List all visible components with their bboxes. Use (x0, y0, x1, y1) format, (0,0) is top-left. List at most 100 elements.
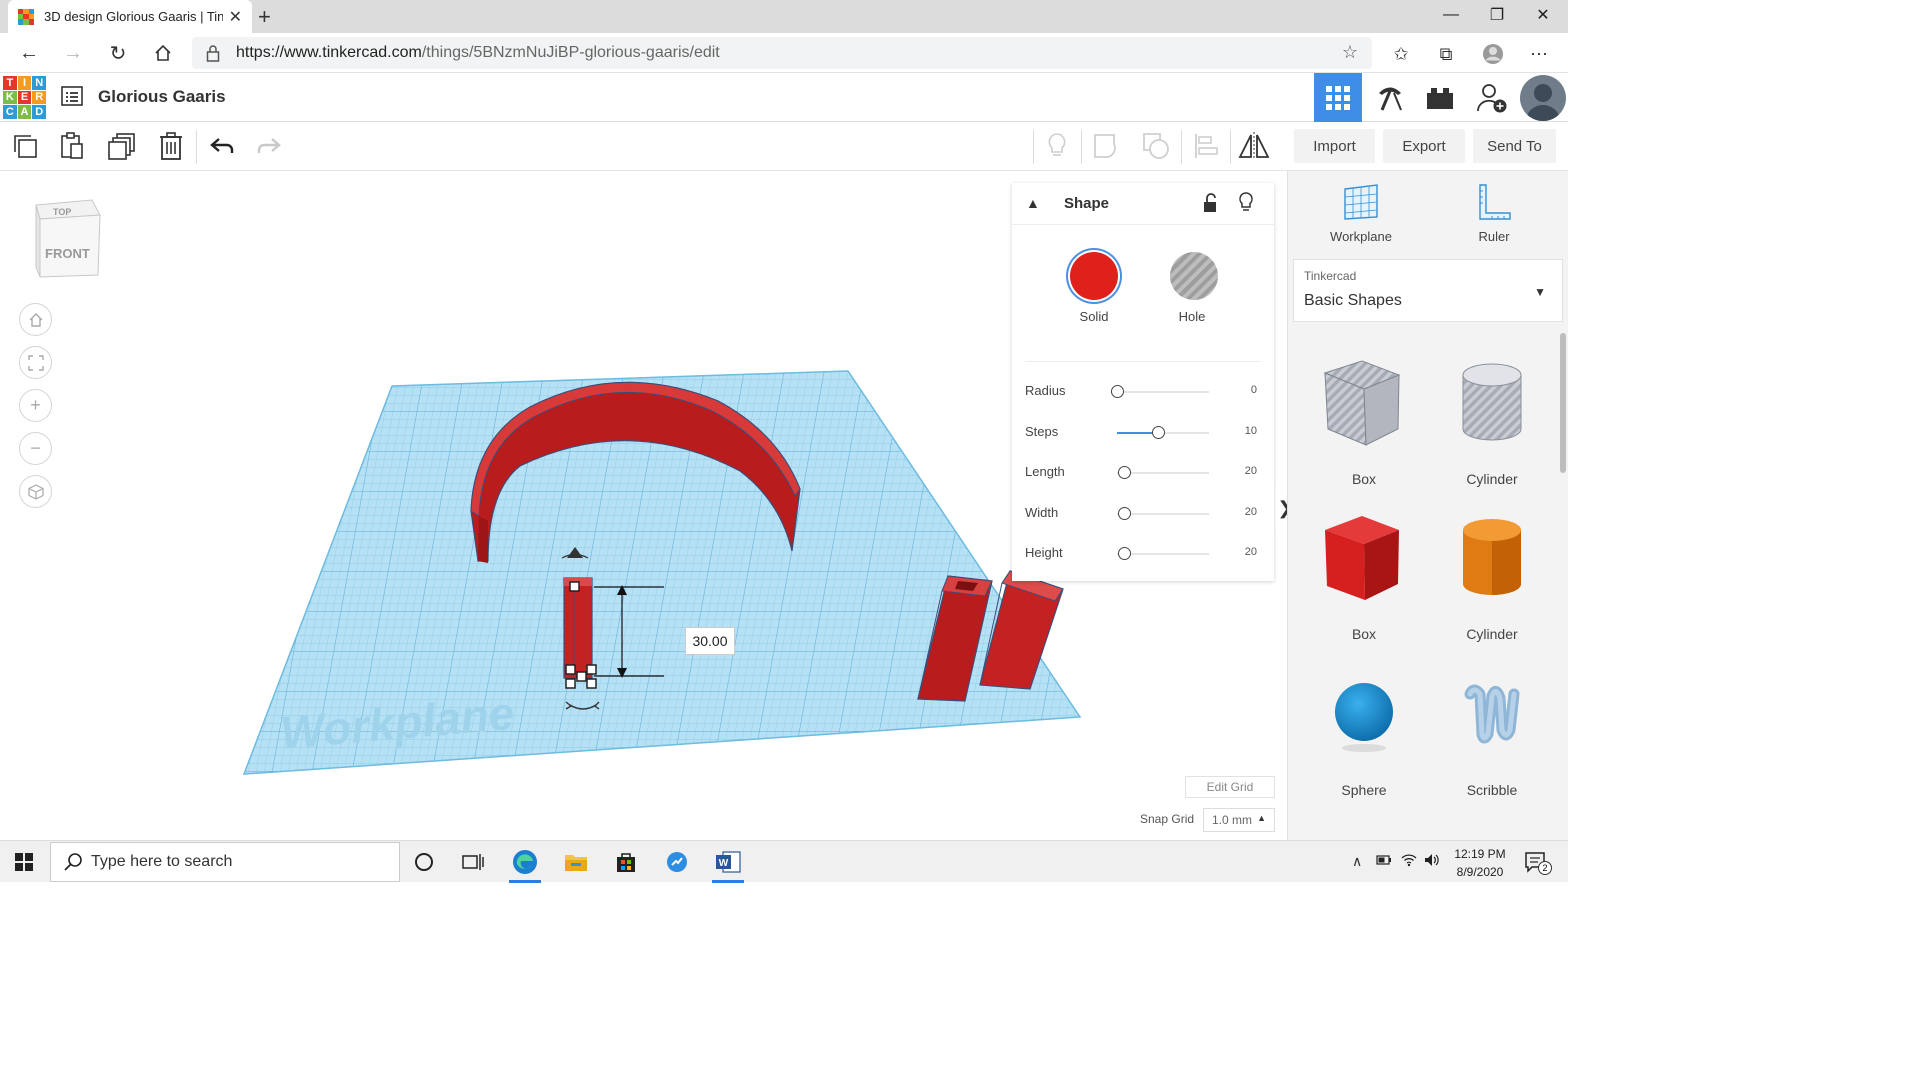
send-to-button[interactable]: Send To (1473, 129, 1556, 163)
store-icon[interactable] (602, 841, 650, 883)
property-length-slider[interactable]: Length 20 (1025, 464, 1265, 484)
notification-center-icon[interactable]: 2 (1524, 851, 1552, 875)
url-field[interactable]: https://www.tinkercad.com/things/5BNzmNu… (192, 37, 1372, 69)
favorite-star-icon[interactable]: ☆ (1342, 42, 1358, 63)
shape-cylinder-solid[interactable]: Cylinder (1432, 508, 1552, 653)
hole-swatch[interactable] (1170, 252, 1218, 300)
unlock-icon[interactable] (1202, 193, 1218, 218)
more-options-icon[interactable]: ⋯ (1526, 41, 1552, 67)
shape-inspector-panel: ▲ Shape Solid Hole Radius 0 Steps 10 Length 2… (1012, 183, 1274, 581)
group-icon[interactable] (1090, 130, 1122, 162)
shape-scribble[interactable]: Scribble (1432, 664, 1552, 809)
paste-icon[interactable] (56, 130, 88, 162)
library-scrollbar[interactable] (1560, 333, 1566, 473)
app-shortcut-icon[interactable] (653, 841, 701, 883)
logo-letter: K (3, 90, 17, 105)
app-header: T I N K E R C A D Glorious Gaaris (0, 73, 1568, 122)
property-width-slider[interactable]: Width 20 (1025, 505, 1265, 525)
home-view-icon[interactable] (19, 303, 52, 336)
property-radius-slider[interactable]: Radius 0 (1025, 383, 1265, 403)
bricks-icon[interactable] (1416, 73, 1464, 122)
task-view-icon[interactable] (449, 841, 497, 883)
tray-chevron-up-icon[interactable]: ∧ (1352, 853, 1362, 870)
maximize-icon[interactable]: ❐ (1474, 0, 1520, 30)
cortana-icon[interactable] (400, 841, 448, 883)
redo-icon[interactable] (253, 130, 285, 162)
property-height-slider[interactable]: Height 20 (1025, 545, 1265, 565)
zoom-in-icon[interactable]: + (19, 389, 52, 422)
shape-cylinder-hole[interactable]: Cylinder (1432, 353, 1552, 498)
tab-close-icon[interactable]: ✕ (229, 7, 242, 27)
shape-category-select[interactable]: Tinkercad Basic Shapes ▼ (1293, 259, 1563, 322)
collapse-up-icon[interactable]: ▲ (1026, 195, 1040, 211)
minimize-icon[interactable]: — (1428, 0, 1474, 30)
slider-knob[interactable] (1111, 385, 1124, 398)
duplicate-icon[interactable] (106, 130, 138, 162)
volume-icon[interactable] (1424, 853, 1440, 870)
snap-grid-select[interactable]: 1.0 mm ▲ (1203, 808, 1275, 832)
align-icon[interactable] (1190, 130, 1222, 162)
window-close-icon[interactable]: ✕ (1520, 0, 1566, 30)
new-tab-icon[interactable]: + (258, 4, 271, 30)
back-arrow-icon[interactable]: ← (14, 39, 44, 67)
word-icon[interactable]: W (704, 841, 752, 883)
favorites-icon[interactable]: ✩ (1388, 41, 1414, 67)
refresh-icon[interactable]: ↻ (103, 39, 133, 67)
edge-browser-icon[interactable] (501, 841, 549, 883)
battery-icon[interactable] (1376, 853, 1392, 869)
home-icon[interactable] (148, 39, 178, 67)
solid-color-swatch[interactable] (1070, 252, 1118, 300)
shape-box-hole[interactable]: Box (1304, 353, 1424, 498)
copy-icon[interactable] (9, 130, 41, 162)
property-value[interactable]: 20 (1245, 465, 1257, 477)
file-explorer-icon[interactable] (552, 841, 600, 883)
windows-start-icon[interactable] (0, 841, 48, 883)
slider-knob[interactable] (1118, 506, 1132, 520)
mirror-icon[interactable] (1238, 130, 1270, 162)
forward-arrow-icon[interactable]: → (58, 39, 88, 67)
profile-icon[interactable] (1480, 41, 1506, 67)
view-cube[interactable]: TOP FRONT (32, 197, 102, 279)
shape-box-solid[interactable]: Box (1304, 508, 1424, 653)
slider-track[interactable] (1117, 391, 1209, 393)
hole-label: Hole (1178, 309, 1206, 324)
browser-tab[interactable]: 3D design Glorious Gaaris | Tinkercad ✕ (8, 0, 252, 33)
property-value[interactable]: 0 (1251, 384, 1257, 396)
design-list-icon[interactable] (61, 85, 83, 107)
viewcube-front-label: FRONT (45, 246, 90, 261)
property-value[interactable]: 20 (1245, 546, 1257, 558)
property-value[interactable]: 10 (1245, 425, 1257, 437)
slider-knob[interactable] (1152, 425, 1166, 439)
pickaxe-icon[interactable] (1366, 73, 1414, 122)
undo-icon[interactable] (206, 130, 238, 162)
import-button[interactable]: Import (1294, 129, 1375, 163)
design-title[interactable]: Glorious Gaaris (98, 87, 226, 107)
lightbulb-icon[interactable] (1238, 192, 1254, 219)
3d-view-icon[interactable] (1314, 73, 1362, 122)
slider-knob[interactable] (1118, 466, 1132, 479)
perspective-icon[interactable] (19, 475, 52, 508)
inspector-title: Shape (1064, 195, 1110, 212)
add-user-icon[interactable] (1468, 73, 1516, 122)
selected-pillar-shape[interactable] (563, 577, 593, 679)
slider-knob[interactable] (1118, 547, 1132, 560)
taskbar-search-input[interactable]: Type here to search (50, 842, 400, 882)
taskbar-clock[interactable]: 12:19 PM 8/9/2020 (1440, 845, 1520, 881)
delete-icon[interactable] (155, 130, 187, 162)
workplane-tool[interactable]: Workplane (1316, 183, 1406, 244)
zoom-out-icon[interactable]: − (19, 432, 52, 465)
property-value[interactable]: 20 (1245, 506, 1257, 518)
fit-view-icon[interactable] (19, 346, 52, 379)
user-avatar[interactable] (1520, 75, 1566, 121)
collections-icon[interactable]: ⧉ (1433, 41, 1459, 67)
edit-grid-button[interactable]: Edit Grid (1185, 776, 1275, 798)
export-button[interactable]: Export (1383, 129, 1465, 163)
wifi-icon[interactable] (1401, 853, 1417, 870)
notes-lightbulb-icon[interactable] (1041, 130, 1073, 162)
shape-sphere[interactable]: Sphere (1304, 664, 1424, 809)
height-dimension-input[interactable]: 30.00 (685, 627, 735, 655)
ruler-tool[interactable]: Ruler (1449, 183, 1539, 244)
property-steps-slider[interactable]: Steps 10 (1025, 424, 1265, 444)
ungroup-icon[interactable] (1140, 130, 1172, 162)
tinkercad-logo[interactable]: T I N K E R C A D (3, 76, 46, 119)
